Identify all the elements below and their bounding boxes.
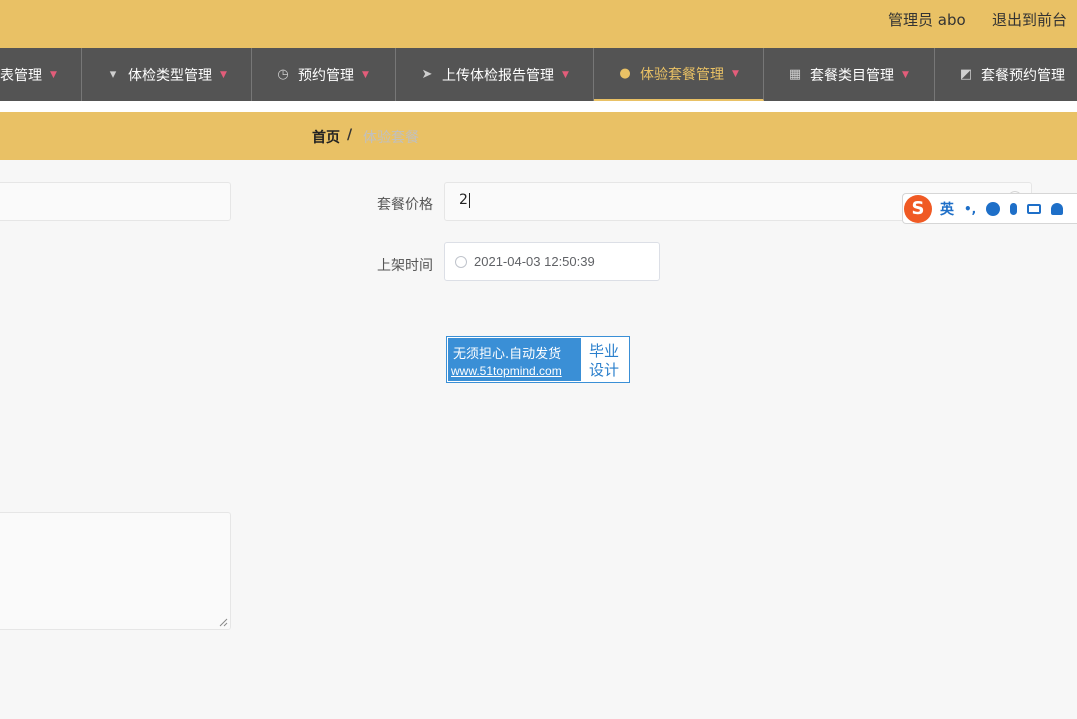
nav-item-package-category[interactable]: ▦ 套餐类目管理 ▼ — [764, 48, 935, 101]
watermark-tag-top: 毕业 — [589, 342, 620, 360]
chevron-down-icon: ▼ — [732, 68, 739, 79]
ime-punctuation-toggle[interactable]: •, — [964, 202, 976, 216]
resize-handle-icon[interactable] — [218, 617, 228, 627]
nav-item-appointment[interactable]: ◷ 预约管理 ▼ — [252, 48, 396, 101]
price-label: 套餐价格 — [377, 197, 433, 213]
grid-icon: ▦ — [788, 67, 802, 82]
nav-item-package-appointment[interactable]: ◩ 套餐预约管理 — [935, 48, 1077, 101]
chart-icon: ◩ — [959, 67, 973, 82]
nav-item-label: 套餐类目管理 — [810, 67, 894, 84]
logout-to-frontend-link[interactable]: 退出到前台 — [992, 9, 1067, 30]
watermark-slogan: 无须担心.自动发货 — [453, 347, 562, 362]
chevron-down-icon: ▼ — [50, 69, 57, 80]
watermark-left-panel: 无须担心.自动发货 www.51topmind.com — [448, 338, 581, 381]
listing-time-value: 2021-04-03 12:50:39 — [474, 254, 595, 269]
left-field-input[interactable] — [0, 182, 231, 221]
emoji-icon[interactable] — [986, 201, 1001, 216]
nav-item-table-manage[interactable]: 表管理 ▼ — [0, 48, 82, 101]
chevron-down-icon: ▼ — [362, 69, 369, 80]
chevron-down-icon: ▼ — [220, 69, 227, 80]
clock-icon: ◷ — [277, 67, 289, 82]
price-input-value: 2 — [459, 192, 470, 208]
sogou-logo-icon[interactable]: S — [904, 194, 932, 223]
nav-item-label: 套餐预约管理 — [981, 67, 1065, 84]
ime-language-toggle[interactable]: 英 — [940, 199, 954, 219]
clock-icon — [455, 256, 467, 268]
breadcrumb: 首页 / 体验套餐 — [0, 112, 1077, 160]
watermark-banner: 无须担心.自动发货 www.51topmind.com 毕业 设计 — [446, 336, 630, 383]
ime-toolbar: S 英 •, — [902, 193, 1077, 224]
nav-item-package[interactable]: ● 体验套餐管理 ▼ — [594, 48, 764, 101]
chevron-down-icon: ▼ — [562, 69, 569, 80]
nav-item-label: 体检类型管理 — [128, 67, 212, 84]
listing-time-label: 上架时间 — [377, 258, 433, 274]
nav-spacer — [0, 101, 1077, 112]
admin-user-label[interactable]: 管理员 abo — [888, 9, 966, 30]
description-textarea[interactable] — [0, 512, 231, 630]
breadcrumb-separator: / — [347, 127, 353, 143]
breadcrumb-home-link[interactable]: 首页 — [312, 127, 340, 147]
nav-item-exam-type[interactable]: ▾ 体检类型管理 ▼ — [82, 48, 252, 101]
send-icon: ➤ — [421, 67, 433, 82]
lightbulb-icon: ● — [619, 66, 631, 81]
nav-item-label: 体验套餐管理 — [640, 66, 724, 83]
microphone-icon[interactable] — [1010, 202, 1018, 215]
pin-icon: ▾ — [109, 67, 117, 82]
nav-item-label: 上传体检报告管理 — [442, 67, 554, 84]
watermark-tag-bottom: 设计 — [589, 361, 620, 379]
keyboard-icon[interactable] — [1027, 203, 1042, 214]
user-icon[interactable] — [1051, 202, 1064, 215]
chevron-down-icon: ▼ — [902, 69, 909, 80]
breadcrumb-current: 体验套餐 — [363, 130, 419, 146]
nav-item-upload-report[interactable]: ➤ 上传体检报告管理 ▼ — [396, 48, 594, 101]
nav-item-label: 预约管理 — [298, 67, 354, 84]
main-nav: 表管理 ▼ ▾ 体检类型管理 ▼ ◷ 预约管理 ▼ ➤ 上传体检报告管理 ▼ ●… — [0, 48, 1077, 101]
top-header: 管理员 abo 退出到前台 — [0, 0, 1077, 48]
nav-item-label: 表管理 — [0, 67, 42, 84]
watermark-url: www.51topmind.com — [451, 364, 562, 378]
